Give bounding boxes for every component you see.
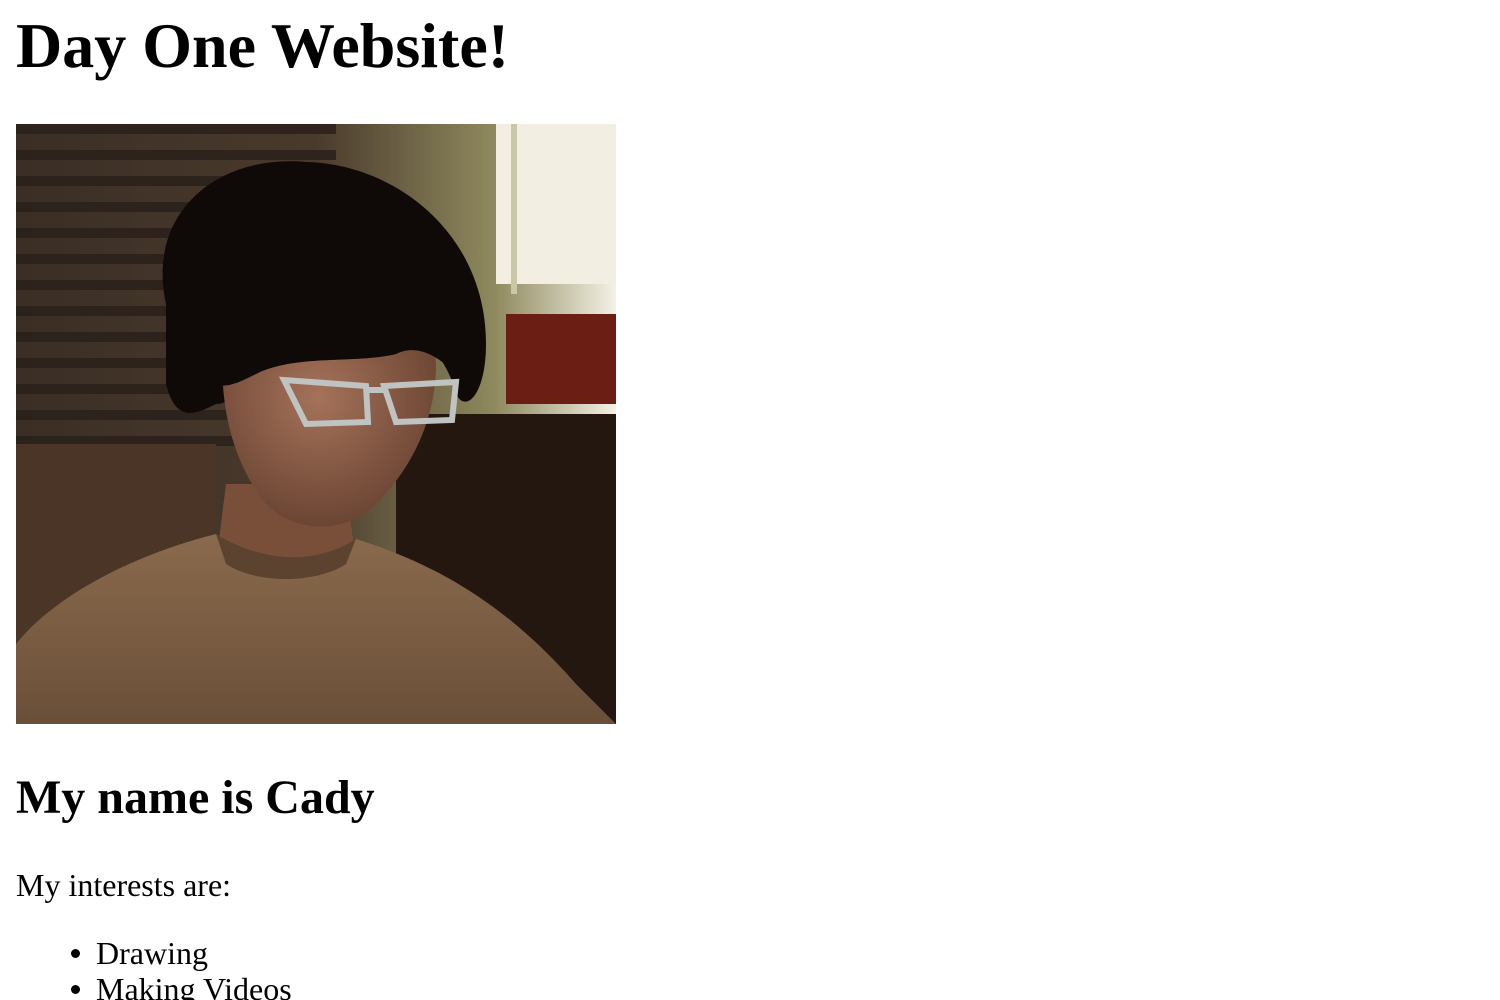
profile-photo	[16, 124, 616, 724]
bullet-icon	[71, 985, 80, 994]
bullet-icon	[71, 949, 80, 958]
name-heading: My name is Cady	[16, 771, 375, 824]
interests-intro: My interests are:	[16, 867, 232, 903]
interest-label: Making Videos	[96, 971, 292, 1000]
interests-list: Drawing Making Videos	[71, 935, 292, 1000]
list-item: Drawing	[71, 935, 292, 971]
interest-label: Drawing	[96, 935, 208, 971]
list-item: Making Videos	[71, 971, 292, 1000]
page-title: Day One Website!	[16, 10, 510, 81]
